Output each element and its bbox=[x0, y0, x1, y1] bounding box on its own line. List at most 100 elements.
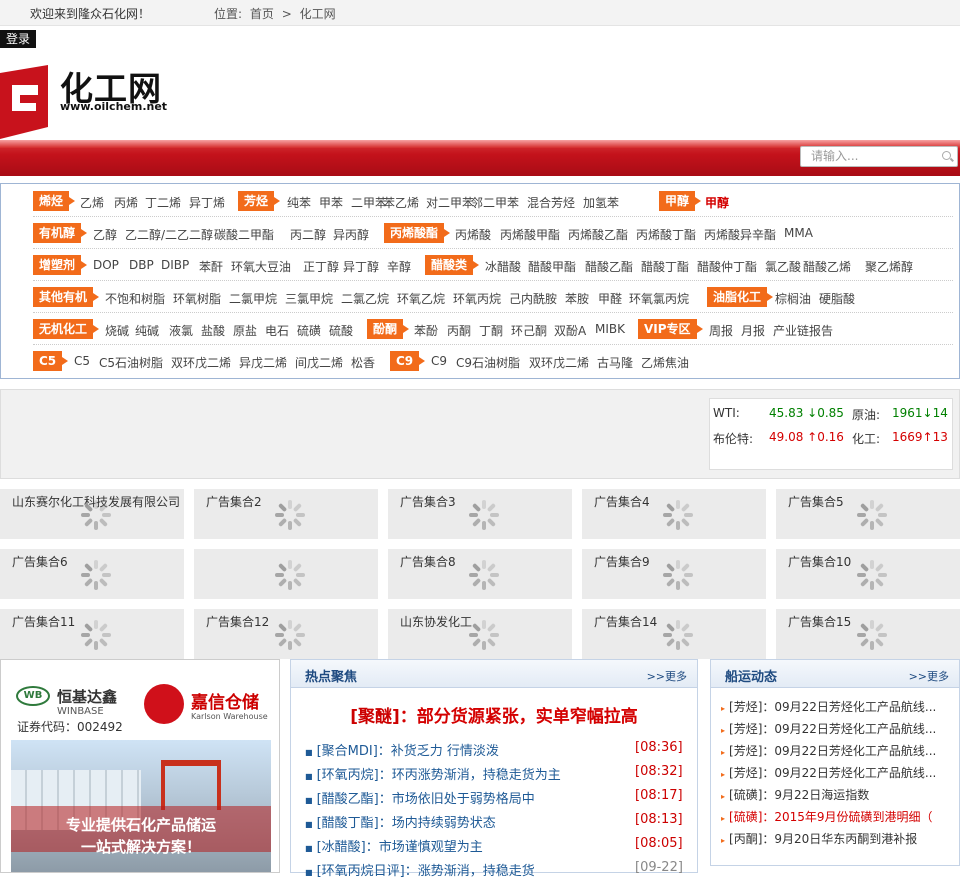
brent-value[interactable]: 49.08 ↑0.16 bbox=[769, 430, 844, 444]
category-link[interactable]: 棕榈油 bbox=[775, 290, 811, 307]
category-tag[interactable]: 无机化工 bbox=[33, 319, 100, 339]
category-link[interactable]: 氯乙酸 bbox=[765, 258, 801, 275]
hot-news-item[interactable]: ■ [醋酸丁酯]：场内持续弱势状态 [08:13] bbox=[305, 812, 683, 831]
hot-news-item[interactable]: ■ [冰醋酸]：市场谨慎观望为主 [08:05] bbox=[305, 836, 683, 855]
category-link[interactable]: C5石油树脂 bbox=[99, 354, 163, 371]
category-link[interactable]: 加氢苯 bbox=[583, 194, 619, 211]
ad-tile[interactable]: 广告集合5 bbox=[776, 489, 960, 539]
category-link[interactable]: 环氧大豆油 bbox=[231, 258, 291, 275]
category-link[interactable]: 丙酮 bbox=[447, 322, 471, 339]
category-link[interactable]: 己内酰胺 bbox=[509, 290, 557, 307]
category-link[interactable]: 环氧丙烷 bbox=[453, 290, 501, 307]
category-link[interactable]: DBP bbox=[129, 258, 154, 272]
category-link[interactable]: 丙二醇 bbox=[290, 226, 326, 243]
category-link[interactable]: 烧碱 bbox=[105, 322, 129, 339]
category-link[interactable]: DOP bbox=[93, 258, 119, 272]
shipping-item[interactable]: ▸ [芳烃]：09月22日芳烃化工产品航线... bbox=[721, 698, 936, 715]
site-logo[interactable]: 化工网 www.oilchem.net bbox=[0, 62, 170, 142]
category-link[interactable]: 异丙醇 bbox=[333, 226, 369, 243]
category-link[interactable]: 醋酸仲丁酯 bbox=[697, 258, 757, 275]
category-link[interactable]: 盐酸 bbox=[201, 322, 225, 339]
ad-tile[interactable]: 广告集合2 bbox=[194, 489, 378, 539]
ad-tile[interactable]: 广告集合10 bbox=[776, 549, 960, 599]
category-link[interactable]: 异戊二烯 bbox=[239, 354, 287, 371]
shipping-item[interactable]: ▸ [芳烃]：09月22日芳烃化工产品航线... bbox=[721, 764, 936, 781]
category-link[interactable]: 辛醇 bbox=[387, 258, 411, 275]
category-link[interactable]: C5 bbox=[74, 354, 90, 368]
category-tag[interactable]: VIP专区 bbox=[638, 319, 703, 339]
category-link[interactable]: 乙烯焦油 bbox=[641, 354, 689, 371]
category-tag[interactable]: 烯烃 bbox=[33, 191, 76, 211]
category-link[interactable]: 丙烯酸异辛酯 bbox=[704, 226, 776, 243]
category-link[interactable]: 苯酚 bbox=[414, 322, 438, 339]
category-link[interactable]: 产业链报告 bbox=[773, 322, 833, 339]
category-link[interactable]: 丁二烯 bbox=[145, 194, 181, 211]
category-tag[interactable]: 甲醇 bbox=[659, 191, 702, 211]
category-tag[interactable]: 芳烃 bbox=[238, 191, 281, 211]
category-tag[interactable]: C9 bbox=[390, 351, 426, 371]
category-link[interactable]: 丙烯酸甲酯 bbox=[500, 226, 560, 243]
shipping-item[interactable]: ▸ [硫磺]：2015年9月份硫磺到港明细（ bbox=[721, 808, 933, 825]
shipping-item[interactable]: ▸ [芳烃]：09月22日芳烃化工产品航线... bbox=[721, 720, 936, 737]
promo-ad[interactable]: WB 恒基达鑫 WINBASE 证券代码：002492 嘉信仓储 Karlson… bbox=[0, 659, 280, 873]
wti-value[interactable]: 45.83 ↓0.85 bbox=[769, 406, 844, 420]
ad-tile[interactable]: 山东赛尔化工科技发展有限公司 bbox=[0, 489, 184, 539]
ad-tile[interactable]: 广告集合14 bbox=[582, 609, 766, 659]
category-link[interactable]: 对二甲苯 bbox=[426, 194, 474, 211]
category-link[interactable]: 环氧乙烷 bbox=[397, 290, 445, 307]
category-link[interactable]: 甲醇 bbox=[705, 194, 729, 211]
hot-news-item[interactable]: ■ [醋酸乙酯]：市场依旧处于弱势格局中 [08:17] bbox=[305, 788, 683, 807]
category-link[interactable]: 苯酐 bbox=[199, 258, 223, 275]
category-link[interactable]: 甲苯 bbox=[319, 194, 343, 211]
category-link[interactable]: 双环戊二烯 bbox=[529, 354, 589, 371]
category-link[interactable]: 冰醋酸 bbox=[485, 258, 521, 275]
category-link[interactable]: MMA bbox=[784, 226, 813, 240]
category-link[interactable]: 丙烯酸乙酯 bbox=[568, 226, 628, 243]
category-link[interactable]: 丙烯酸丁酯 bbox=[636, 226, 696, 243]
hot-headline[interactable]: [聚醚]：部分货源紧张，实单窄幅拉高 bbox=[291, 702, 697, 727]
category-link[interactable]: 硬脂酸 bbox=[819, 290, 855, 307]
category-link[interactable]: 不饱和树脂 bbox=[105, 290, 165, 307]
category-link[interactable]: 松香 bbox=[351, 354, 375, 371]
category-tag[interactable]: C5 bbox=[33, 351, 69, 371]
category-tag[interactable]: 增塑剂 bbox=[33, 255, 88, 275]
hot-news-item[interactable]: ■ [聚合MDI]：补货乏力 行情淡泼 [08:36] bbox=[305, 740, 683, 759]
category-link[interactable]: 醋酸乙酯 bbox=[585, 258, 633, 275]
category-link[interactable]: 正丁醇 bbox=[303, 258, 339, 275]
category-link[interactable]: 二氯甲烷 bbox=[229, 290, 277, 307]
category-link[interactable]: 异丁烯 bbox=[189, 194, 225, 211]
shipping-item[interactable]: ▸ [硫磺]：9月22日海运指数 bbox=[721, 786, 869, 803]
ad-tile[interactable]: 广告集合6 bbox=[0, 549, 184, 599]
category-link[interactable]: 环氧氯丙烷 bbox=[629, 290, 689, 307]
chem-value[interactable]: 1669↑13 bbox=[892, 430, 948, 444]
category-link[interactable]: 双环戊二烯 bbox=[171, 354, 231, 371]
category-tag[interactable]: 丙烯酸酯 bbox=[384, 223, 451, 243]
ad-tile[interactable]: 广告集合9 bbox=[582, 549, 766, 599]
category-link[interactable]: 电石 bbox=[265, 322, 289, 339]
category-link[interactable]: DIBP bbox=[161, 258, 189, 272]
category-link[interactable]: 乙醇 bbox=[93, 226, 117, 243]
hot-news-more-link[interactable]: >>更多 bbox=[647, 668, 687, 684]
category-link[interactable]: 碳酸二甲酯 bbox=[214, 226, 274, 243]
category-link[interactable]: 丙烯酸 bbox=[455, 226, 491, 243]
search-icon[interactable] bbox=[942, 151, 951, 160]
category-link[interactable]: 丙烯 bbox=[114, 194, 138, 211]
category-link[interactable]: 乙二醇/二乙二醇 bbox=[125, 226, 213, 243]
breadcrumb-home[interactable]: 首页 bbox=[250, 7, 274, 21]
category-link[interactable]: 三氯甲烷 bbox=[285, 290, 333, 307]
category-link[interactable]: 苯乙烯 bbox=[383, 194, 419, 211]
category-link[interactable]: 硫磺 bbox=[297, 322, 321, 339]
category-tag[interactable]: 酚酮 bbox=[367, 319, 410, 339]
category-link[interactable]: 纯苯 bbox=[287, 194, 311, 211]
ad-tile[interactable]: 广告集合4 bbox=[582, 489, 766, 539]
category-tag[interactable]: 醋酸类 bbox=[425, 255, 480, 275]
category-tag[interactable]: 其他有机 bbox=[33, 287, 100, 307]
category-link[interactable]: 二甲苯 bbox=[351, 194, 387, 211]
ad-tile[interactable] bbox=[194, 549, 378, 599]
login-button[interactable]: 登录 bbox=[0, 30, 37, 48]
category-link[interactable]: 混合芳烃 bbox=[527, 194, 575, 211]
shipping-item[interactable]: ▸ [丙酮]：9月20日华东丙酮到港补报 bbox=[721, 830, 917, 847]
ad-tile[interactable]: 广告集合15 bbox=[776, 609, 960, 659]
category-link[interactable]: 间戊二烯 bbox=[295, 354, 343, 371]
search-input[interactable]: 请输入... bbox=[800, 146, 958, 167]
